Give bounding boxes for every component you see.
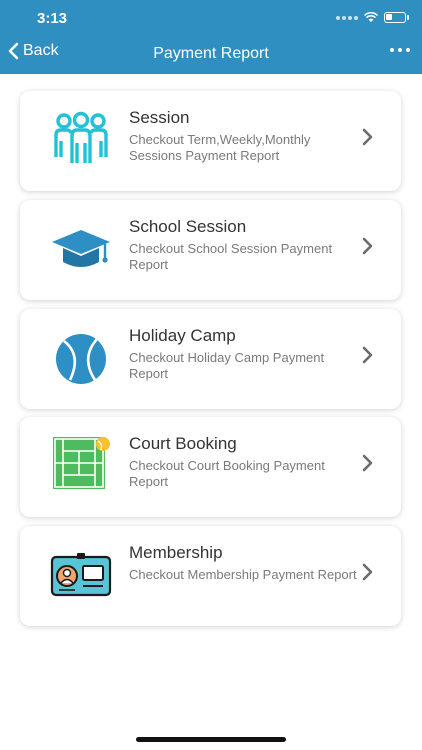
report-item-holiday-camp[interactable]: Holiday Camp Checkout Holiday Camp Payme… xyxy=(20,309,401,409)
item-description: Checkout Membership Payment Report xyxy=(129,567,357,582)
wifi-icon xyxy=(364,12,378,22)
item-title: Session xyxy=(129,108,190,127)
page-title: Payment Report xyxy=(153,45,269,62)
home-indicator[interactable] xyxy=(136,737,286,742)
item-description: Checkout Court Booking Payment Report xyxy=(129,458,325,489)
chevron-right-icon xyxy=(362,454,373,472)
report-item-court-booking[interactable]: Court Booking Checkout Court Booking Pay… xyxy=(20,417,401,517)
chevron-right-icon xyxy=(362,128,373,146)
item-description: Checkout School Session Payment Report xyxy=(129,241,333,272)
tennis-ball-icon xyxy=(50,327,112,389)
report-item-school-session[interactable]: School Session Checkout School Session P… xyxy=(20,200,401,300)
item-title: Court Booking xyxy=(129,434,237,453)
chevron-right-icon xyxy=(362,237,373,255)
graduation-cap-icon xyxy=(50,218,112,280)
report-item-session[interactable]: Session Checkout Term,Weekly,Monthly Ses… xyxy=(20,91,401,191)
navigation-bar: 3:13 Back Payment Report xyxy=(0,0,422,74)
status-time: 3:13 xyxy=(37,10,68,27)
payment-report-screen: 3:13 Back Payment Report Session Checkou… xyxy=(0,0,422,750)
report-item-membership[interactable]: Membership Checkout Membership Payment R… xyxy=(20,526,401,626)
status-icons xyxy=(336,12,409,23)
signal-icon xyxy=(336,15,358,20)
item-title: Holiday Camp xyxy=(129,326,236,345)
chevron-right-icon xyxy=(362,346,373,364)
item-description: Checkout Term,Weekly,Monthly Sessions Pa… xyxy=(129,132,311,163)
item-description: Checkout Holiday Camp Payment Report xyxy=(129,350,325,381)
id-card-icon xyxy=(50,544,112,606)
chevron-right-icon xyxy=(362,563,373,581)
item-title: Membership xyxy=(129,543,223,562)
battery-icon xyxy=(384,12,409,23)
people-icon xyxy=(50,109,112,171)
more-options-icon[interactable] xyxy=(390,48,410,52)
tennis-court-icon xyxy=(50,435,112,497)
item-title: School Session xyxy=(129,217,247,236)
